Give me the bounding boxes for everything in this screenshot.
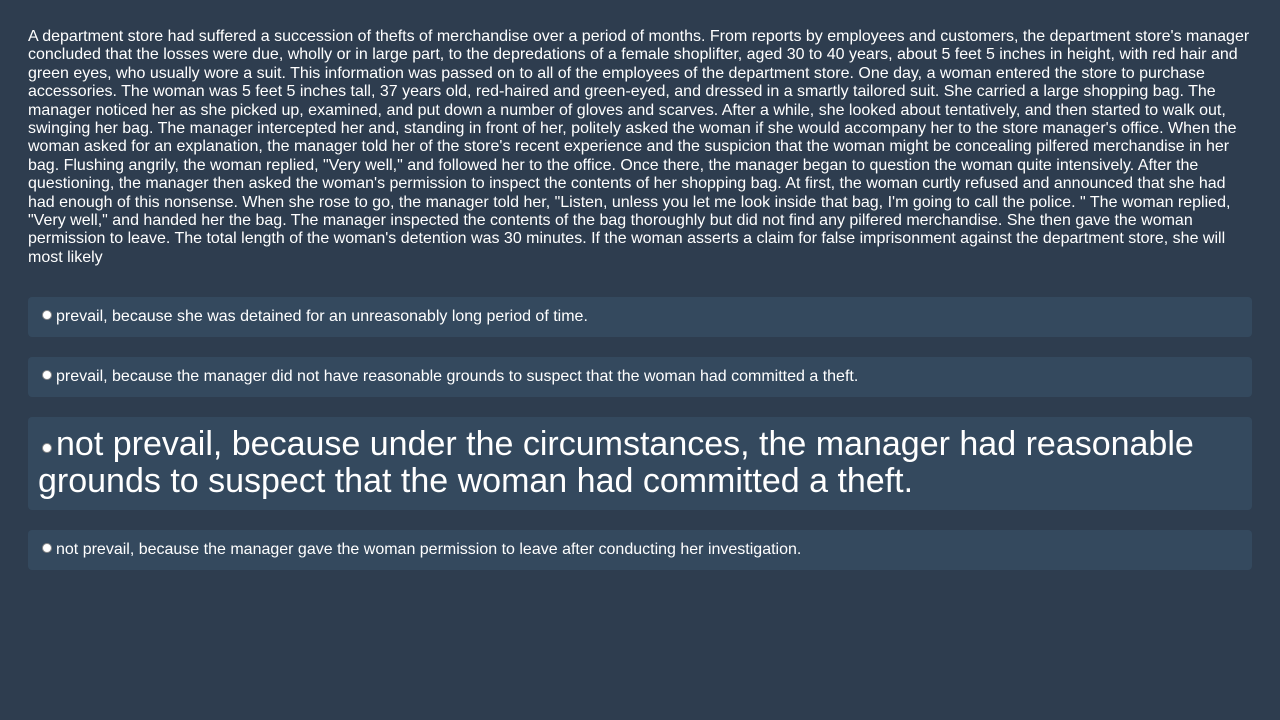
answer-options: prevail, because she was detained for an… — [28, 297, 1252, 571]
answer-option-4-label: not prevail, because the manager gave th… — [56, 541, 802, 559]
question-text: A department store had suffered a succes… — [28, 28, 1250, 266]
radio-button-4[interactable] — [42, 543, 52, 554]
answer-option-3-label: not prevail, because under the circumsta… — [38, 425, 1194, 501]
answer-option-1[interactable]: prevail, because she was detained for an… — [28, 297, 1252, 338]
radio-button-2[interactable] — [42, 370, 52, 381]
answer-option-2[interactable]: prevail, because the manager did not hav… — [28, 357, 1252, 398]
answer-option-1-label: prevail, because she was detained for an… — [56, 308, 588, 326]
answer-option-4[interactable]: not prevail, because the manager gave th… — [28, 530, 1252, 571]
answer-option-3[interactable]: not prevail, because under the circumsta… — [28, 417, 1252, 511]
answer-option-2-label: prevail, because the manager did not hav… — [56, 368, 859, 386]
radio-button-1[interactable] — [42, 310, 52, 321]
radio-button-3[interactable] — [42, 443, 52, 454]
quiz-container: A department store had suffered a succes… — [28, 28, 1252, 590]
